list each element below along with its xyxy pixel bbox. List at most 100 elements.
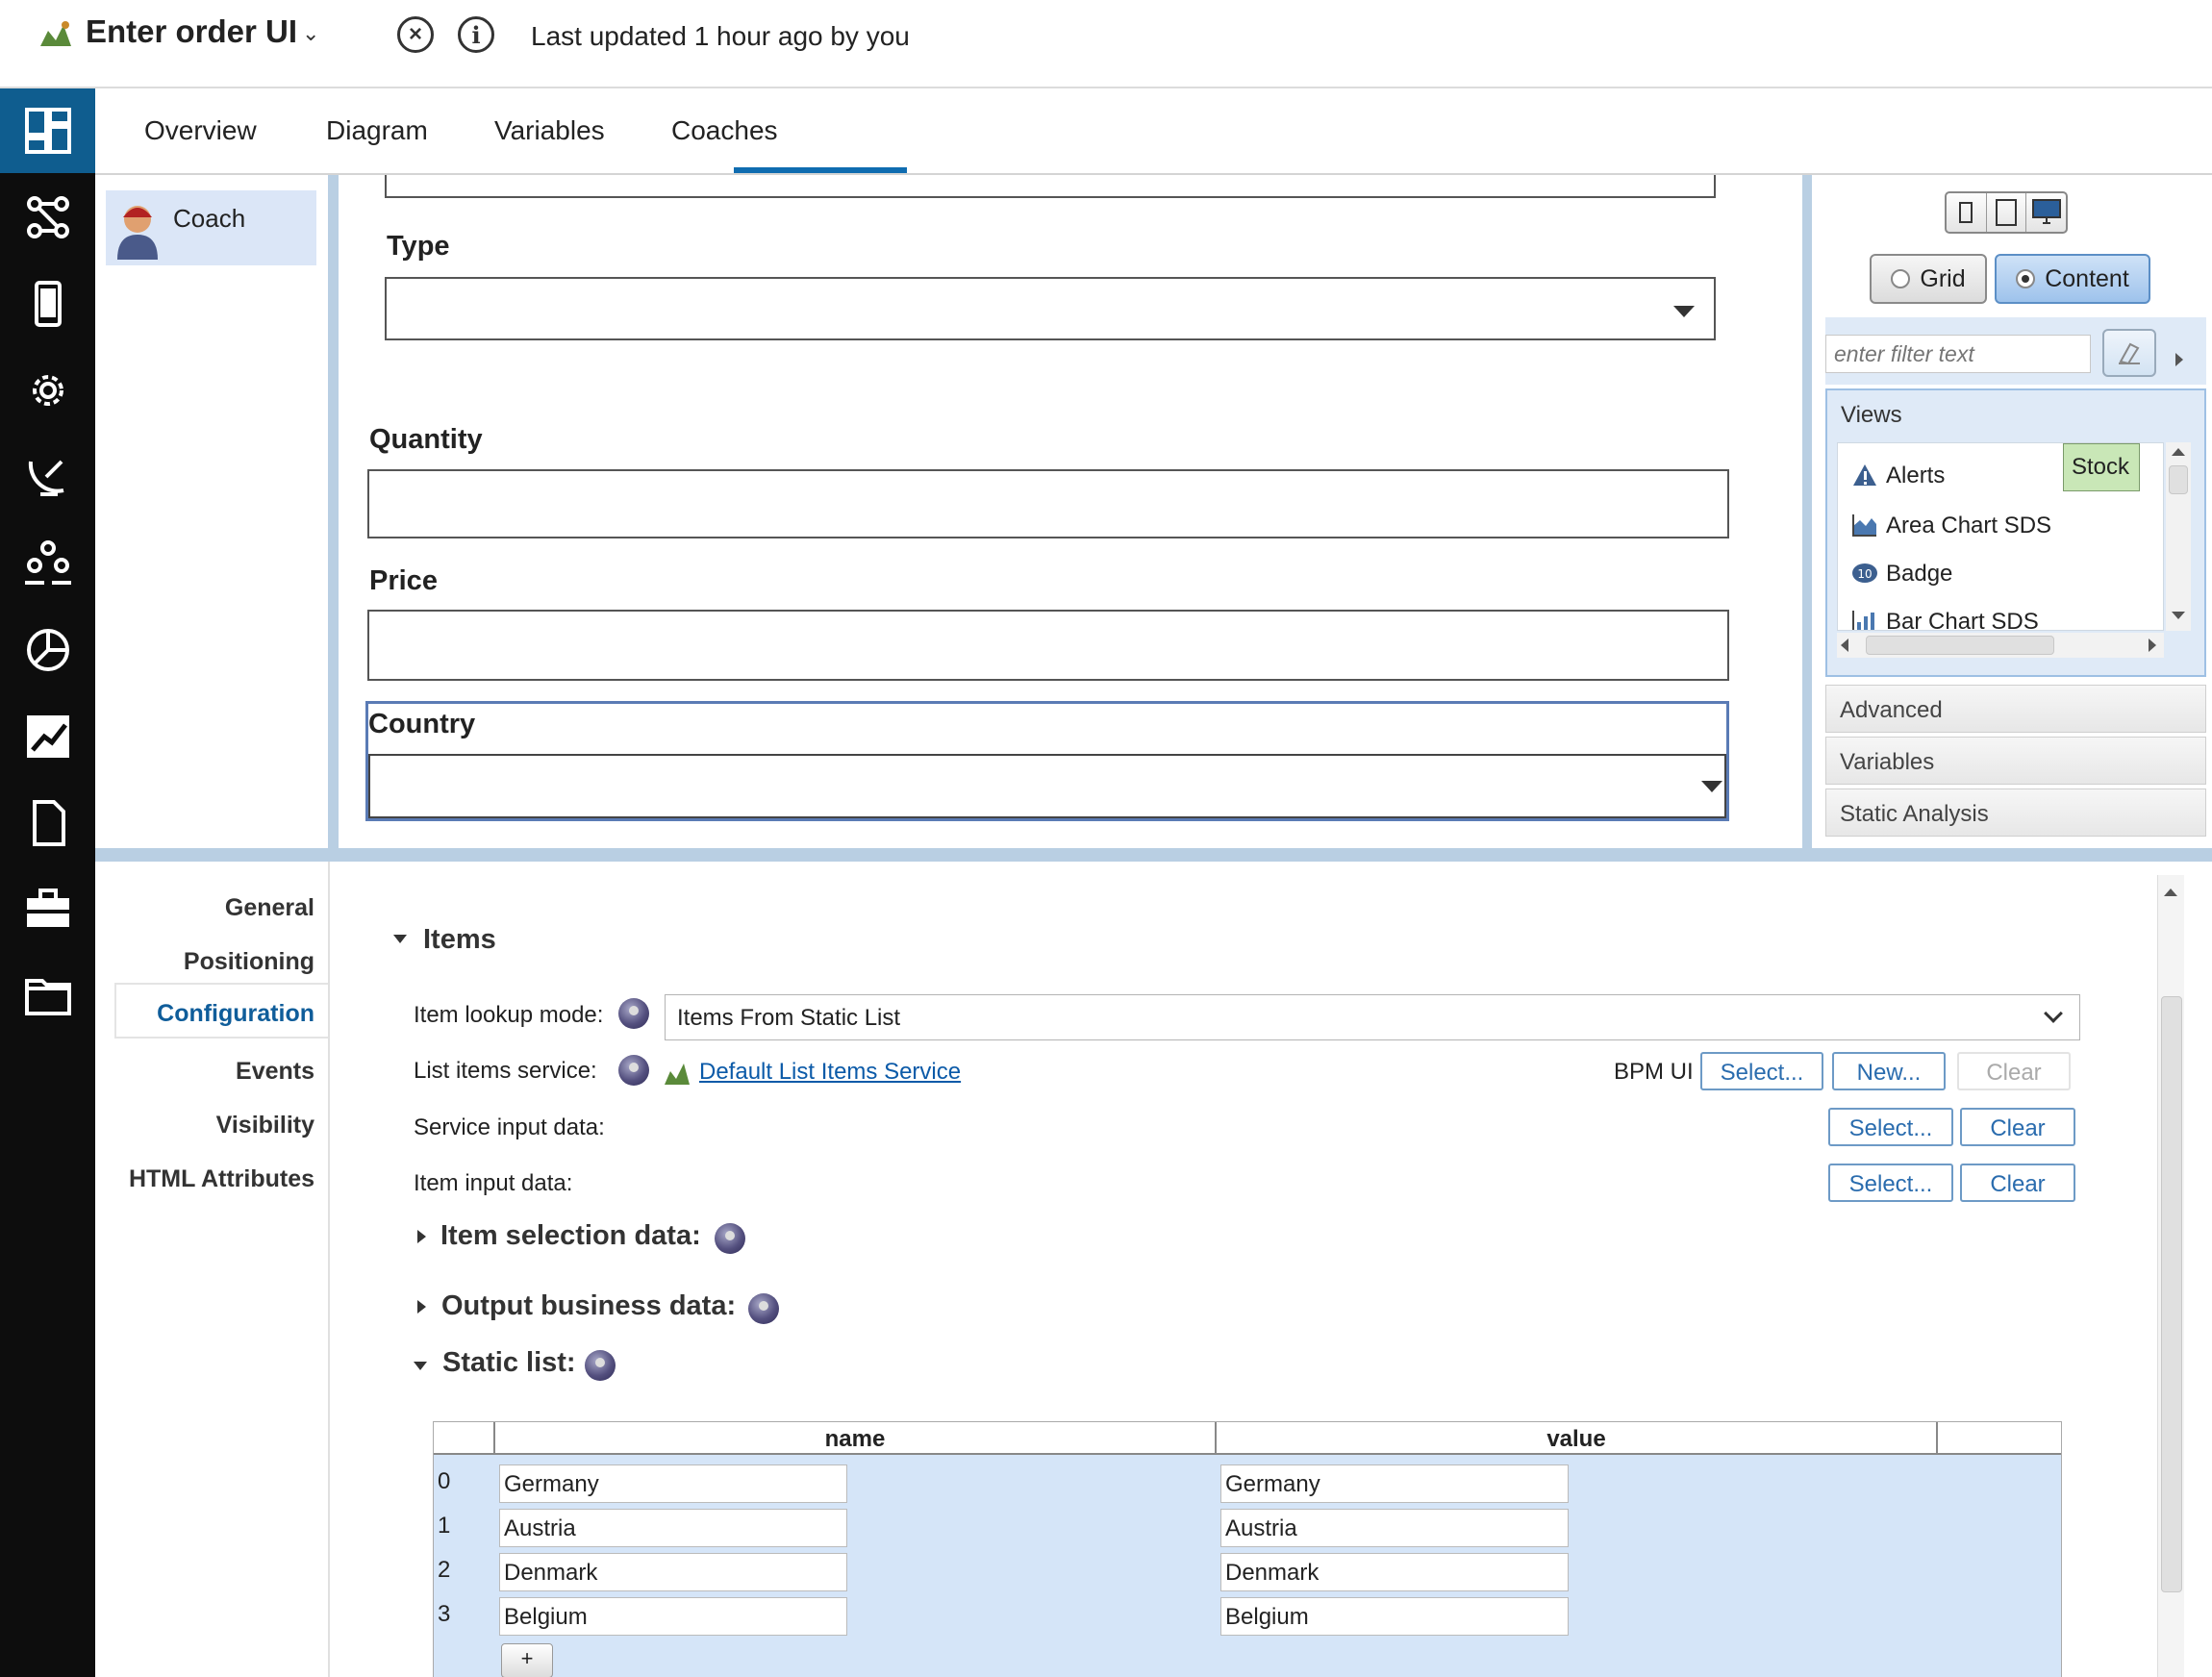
rail-users-icon[interactable] [0,521,95,606]
rail-settings-gear-icon[interactable] [0,348,95,433]
value-cell-input[interactable]: Austria [1220,1509,1569,1547]
horizontal-splitter[interactable] [95,848,2212,862]
value-cell-input[interactable]: Denmark [1220,1553,1569,1591]
value-column-header[interactable]: value [1217,1422,1938,1455]
canvas-palette-splitter[interactable] [1802,175,1812,848]
clear-filter-button[interactable] [2102,329,2156,377]
output-business-config-icon[interactable] [748,1293,779,1324]
views-scroll-right-icon[interactable] [2149,638,2156,652]
default-list-items-service-link[interactable]: Default List Items Service [699,1059,961,1086]
coach-list: Coach [95,175,328,848]
desktop-view-icon[interactable] [2026,193,2066,232]
views-vscrollbar[interactable] [2166,442,2191,631]
variables-section-header[interactable]: Variables [1825,737,2206,785]
tablet-view-icon[interactable] [1987,193,2027,232]
views-scroll-thumb[interactable] [2169,465,2188,494]
item-selection-data-title[interactable]: Item selection data: [440,1220,701,1252]
item-lookup-config-icon[interactable] [618,998,649,1029]
properties-scroll-up-icon[interactable] [2164,889,2177,896]
rail-pie-chart-icon[interactable] [0,608,95,692]
view-item-badge[interactable]: 10 Badge [1838,549,2163,595]
view-item-area-chart[interactable]: Area Chart SDS [1838,501,2163,547]
item-input-select-button[interactable]: Select... [1828,1164,1953,1202]
list-service-new-button[interactable]: New... [1832,1052,1946,1090]
rail-mobile-icon[interactable] [0,262,95,346]
tab-coaches[interactable]: Coaches [671,115,778,146]
name-cell-input[interactable]: Austria [499,1509,847,1547]
tab-diagram[interactable]: Diagram [326,115,428,146]
name-column-header[interactable]: name [495,1422,1217,1455]
views-scroll-left-icon[interactable] [1841,638,1848,652]
nav-positioning[interactable]: Positioning [114,937,328,987]
item-input-clear-button[interactable]: Clear [1960,1164,2075,1202]
static-analysis-section-header[interactable]: Static Analysis [1825,788,2206,837]
views-header[interactable]: Views [1827,390,2204,437]
name-cell-input[interactable]: Denmark [499,1553,847,1591]
views-scroll-down-icon[interactable] [2172,612,2185,619]
items-collapse-icon[interactable] [393,935,407,943]
item-selection-config-icon[interactable] [715,1223,745,1254]
content-mode-button[interactable]: Content [1995,254,2150,304]
rail-dashboard-icon[interactable] [0,88,95,173]
country-field-selected[interactable]: Country [365,701,1729,821]
rail-folder-icon[interactable] [0,954,95,1039]
price-input[interactable] [367,610,1729,681]
rail-trend-chart-icon[interactable] [0,694,95,779]
static-list-title[interactable]: Static list: [442,1347,576,1379]
grid-radio[interactable] [1891,269,1911,288]
tab-variables[interactable]: Variables [494,115,605,146]
grid-mode-button[interactable]: Grid [1870,254,1987,304]
advanced-section-header[interactable]: Advanced [1825,685,2206,733]
coach-list-item[interactable]: Coach [106,190,316,265]
items-section-title[interactable]: Items [423,924,496,956]
properties-scroll-thumb[interactable] [2161,996,2182,1592]
name-cell-input[interactable]: Belgium [499,1597,847,1636]
phone-view-icon[interactable] [1947,193,1987,232]
title-chevron-down-icon[interactable]: ⌄ [302,21,319,46]
content-radio[interactable] [2016,269,2036,288]
palette-filter-input[interactable] [1825,335,2091,373]
static-list-config-icon[interactable] [585,1350,616,1381]
static-list-collapse-icon[interactable] [414,1362,427,1370]
item-lookup-mode-select[interactable]: Items From Static List [665,994,2080,1040]
nav-html-attributes[interactable]: HTML Attributes [114,1154,328,1204]
value-cell-input[interactable]: Belgium [1220,1597,1569,1636]
output-business-expand-icon[interactable] [417,1300,426,1314]
list-service-select-button[interactable]: Select... [1700,1052,1823,1090]
rail-toolbox-icon[interactable] [0,867,95,952]
type-select[interactable] [385,277,1716,340]
info-icon[interactable]: i [458,16,494,53]
item-selection-expand-icon[interactable] [417,1230,426,1243]
rail-document-icon[interactable] [0,781,95,865]
views-scroll-up-icon[interactable] [2172,448,2185,456]
list-items-service-config-icon[interactable] [618,1055,649,1086]
service-input-clear-button[interactable]: Clear [1960,1108,2075,1146]
view-item-bar-chart[interactable]: Bar Chart SDS [1838,597,2163,630]
views-hscroll-thumb[interactable] [1866,636,2054,655]
list-service-clear-button[interactable]: Clear [1957,1052,2071,1090]
output-business-data-title[interactable]: Output business data: [441,1290,736,1322]
top-header: Enter order UI ⌄ × i Last updated 1 hour… [0,0,2212,88]
app-title[interactable]: Enter order UI [86,13,297,50]
country-select[interactable] [368,754,1726,818]
views-hscrollbar[interactable] [1837,633,2164,658]
properties-scrollbar[interactable] [2157,875,2184,1677]
stock-button[interactable]: Stock [2063,443,2140,491]
nav-visibility[interactable]: Visibility [114,1100,328,1150]
palette-expand-arrow-icon[interactable] [2175,353,2183,366]
rail-process-flow-icon[interactable] [0,175,95,260]
nav-general[interactable]: General [114,883,328,933]
coach-canvas-splitter[interactable] [328,175,339,848]
add-row-button[interactable]: + [501,1643,553,1677]
country-dropdown-arrow-icon [1701,781,1722,792]
tab-overview[interactable]: Overview [144,115,257,146]
nav-events[interactable]: Events [114,1046,328,1096]
nav-configuration[interactable]: Configuration [114,983,328,1039]
close-icon[interactable]: × [397,16,434,53]
service-input-select-button[interactable]: Select... [1828,1108,1953,1146]
value-cell-input[interactable]: Germany [1220,1464,1569,1503]
rail-satellite-icon[interactable] [0,435,95,519]
name-cell-input[interactable]: Germany [499,1464,847,1503]
top-field-input[interactable] [385,175,1716,198]
quantity-input[interactable] [367,469,1729,538]
